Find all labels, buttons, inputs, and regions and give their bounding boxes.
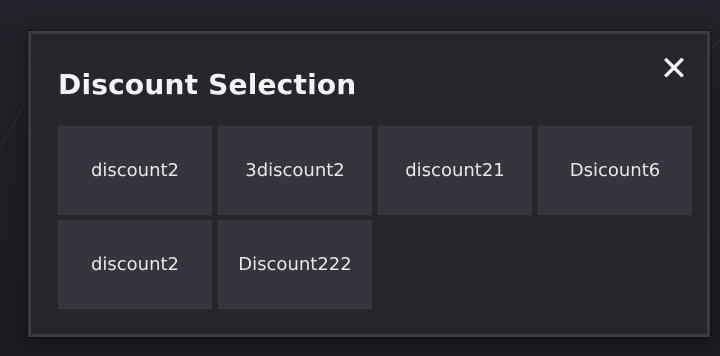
discount-option-label: 3discount2 [245,159,345,181]
discount-option-button[interactable]: Discount222 [218,220,372,309]
discount-option-label: discount21 [405,159,505,181]
modal-title: Discount Selection [58,68,357,101]
discount-option-label: Dsicount6 [569,159,661,181]
close-button[interactable]: ✕ [656,51,692,87]
discount-option-button[interactable]: 3discount2 [218,126,372,215]
discount-selection-modal: Discount Selection ✕ discount2 3discount… [28,31,710,337]
discount-option-label: discount2 [90,253,180,275]
discount-option-button[interactable]: discount21 [378,126,532,215]
discount-option-label: discount2 [90,159,180,181]
discount-option-button[interactable]: discount2 [58,126,212,215]
discount-options-grid: discount2 3discount2 discount21 Dsicount… [58,126,692,309]
discount-option-button[interactable]: discount2 [58,220,212,309]
discount-option-label: Discount222 [238,253,352,275]
discount-option-button[interactable]: Dsicount6 [538,126,692,215]
close-icon: ✕ [659,49,689,89]
